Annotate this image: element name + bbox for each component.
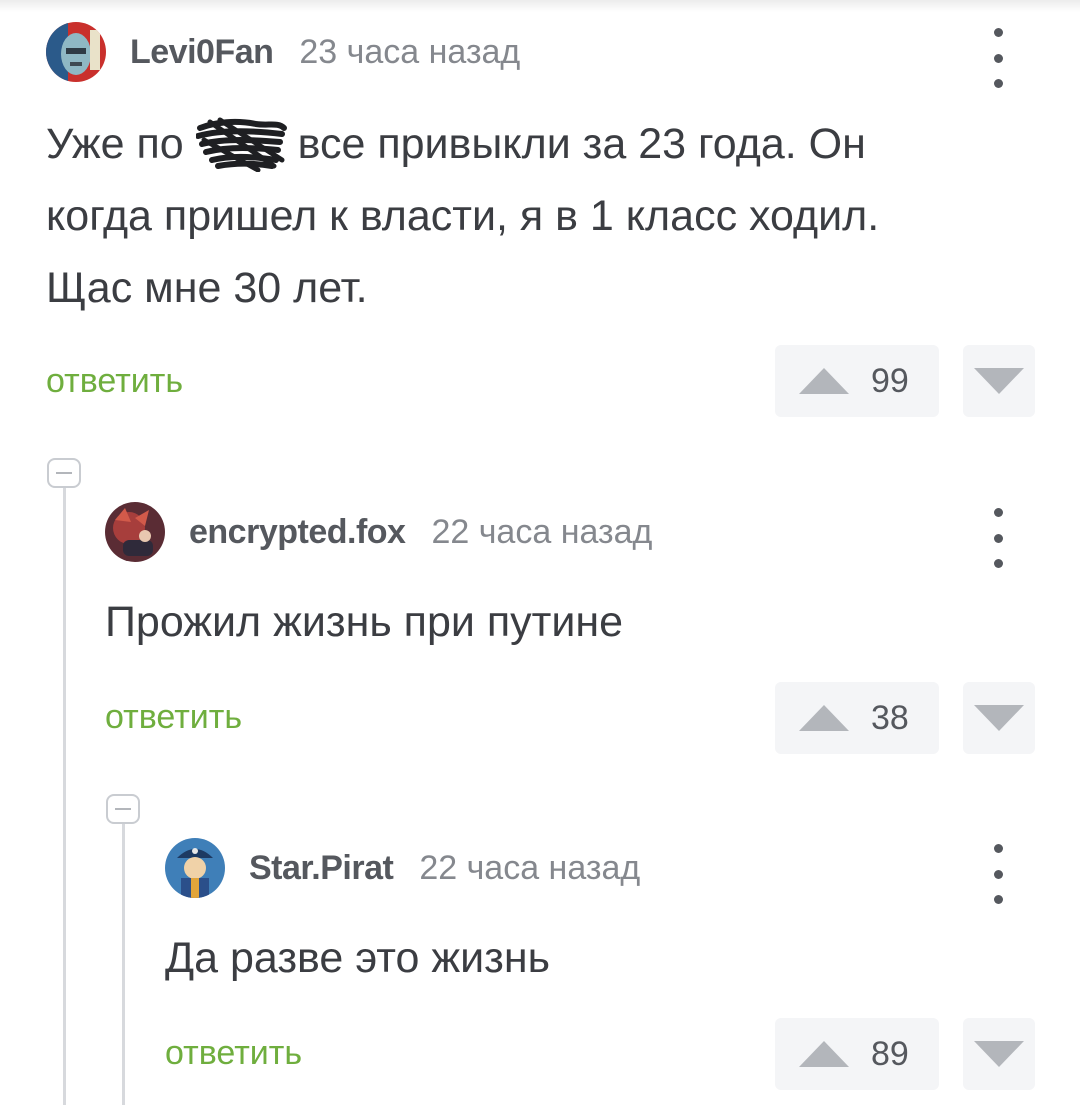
- thread-line-level-1[interactable]: [63, 488, 66, 1105]
- avatar[interactable]: [165, 838, 225, 898]
- collapse-minus-icon: [56, 472, 72, 474]
- comment-text: Уже по все привыкли за 23 года. Он когда…: [46, 108, 879, 324]
- comment-text-start: Уже по: [46, 120, 196, 168]
- thread-line-level-2[interactable]: [122, 824, 125, 1105]
- top-shadow: [0, 0, 1080, 12]
- downvote-triangle-icon: [974, 1041, 1024, 1067]
- reply-button[interactable]: ответить: [46, 362, 183, 401]
- avatar[interactable]: [105, 502, 165, 562]
- upvote-triangle-icon: [799, 705, 849, 731]
- more-vertical-icon[interactable]: [988, 508, 1008, 568]
- comment-header: Levi0Fan 23 часа назад: [46, 20, 520, 84]
- avatar-image: [165, 838, 225, 898]
- upvote-button[interactable]: 89: [775, 1018, 939, 1090]
- reply-button[interactable]: ответить: [165, 1034, 302, 1073]
- collapse-thread-button-1[interactable]: [47, 458, 81, 488]
- upvote-triangle-icon: [799, 1041, 849, 1067]
- vote-count: 99: [871, 361, 909, 400]
- downvote-button[interactable]: [963, 345, 1035, 417]
- more-vertical-icon[interactable]: [988, 28, 1008, 88]
- comment-text: Да разве это жизнь: [165, 934, 550, 982]
- collapse-thread-button-2[interactable]: [106, 794, 140, 824]
- collapse-minus-icon: [115, 808, 131, 810]
- comment-text: Прожил жизнь при путине: [105, 598, 623, 646]
- downvote-button[interactable]: [963, 1018, 1035, 1090]
- scribble-icon: [195, 117, 287, 172]
- username[interactable]: Star.Pirat: [249, 849, 394, 888]
- avatar-image: [46, 22, 106, 82]
- timestamp: 22 часа назад: [419, 848, 641, 887]
- downvote-button[interactable]: [963, 682, 1035, 754]
- avatar[interactable]: [46, 22, 106, 82]
- timestamp: 22 часа назад: [431, 512, 653, 551]
- downvote-triangle-icon: [974, 368, 1024, 394]
- comment-header: encrypted.fox 22 часа назад: [105, 500, 652, 564]
- upvote-button[interactable]: 38: [775, 682, 939, 754]
- timestamp: 23 часа назад: [299, 32, 521, 71]
- downvote-triangle-icon: [974, 705, 1024, 731]
- username[interactable]: encrypted.fox: [189, 513, 406, 552]
- comment-header: Star.Pirat 22 часа назад: [165, 836, 640, 900]
- vote-count: 89: [871, 1034, 909, 1073]
- censored-word: [195, 117, 287, 172]
- username[interactable]: Levi0Fan: [130, 33, 274, 72]
- more-vertical-icon[interactable]: [988, 844, 1008, 904]
- upvote-button[interactable]: 99: [775, 345, 939, 417]
- avatar-image: [105, 502, 165, 562]
- vote-count: 38: [871, 698, 909, 737]
- upvote-triangle-icon: [799, 368, 849, 394]
- reply-button[interactable]: ответить: [105, 698, 242, 737]
